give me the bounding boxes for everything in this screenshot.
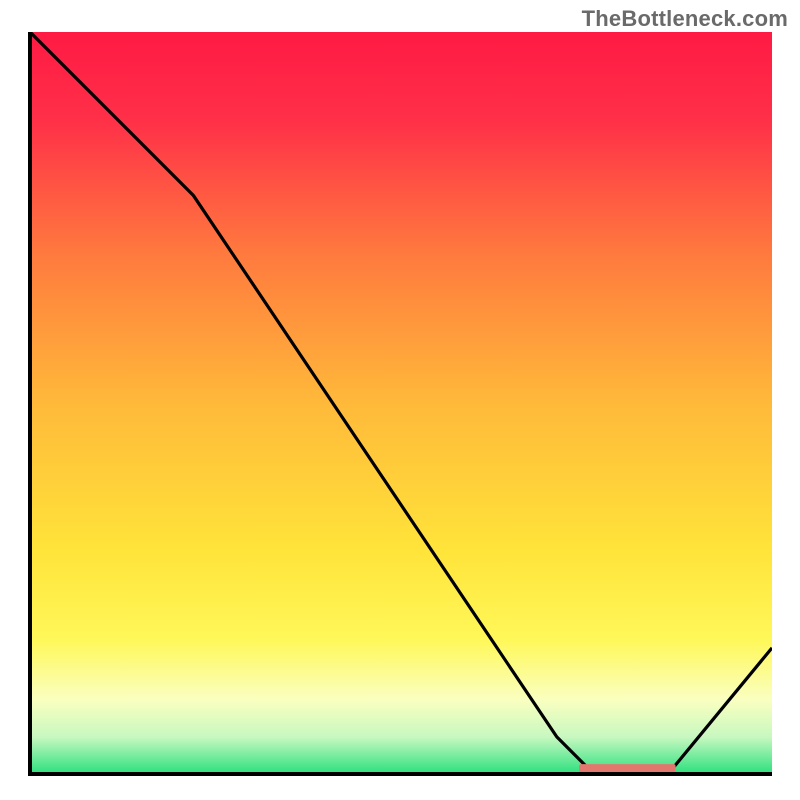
- highlight-marker-band: [579, 764, 676, 772]
- figure-root: TheBottleneck.com: [0, 0, 800, 800]
- chart-canvas: [0, 0, 800, 800]
- attribution-text: TheBottleneck.com: [582, 6, 788, 32]
